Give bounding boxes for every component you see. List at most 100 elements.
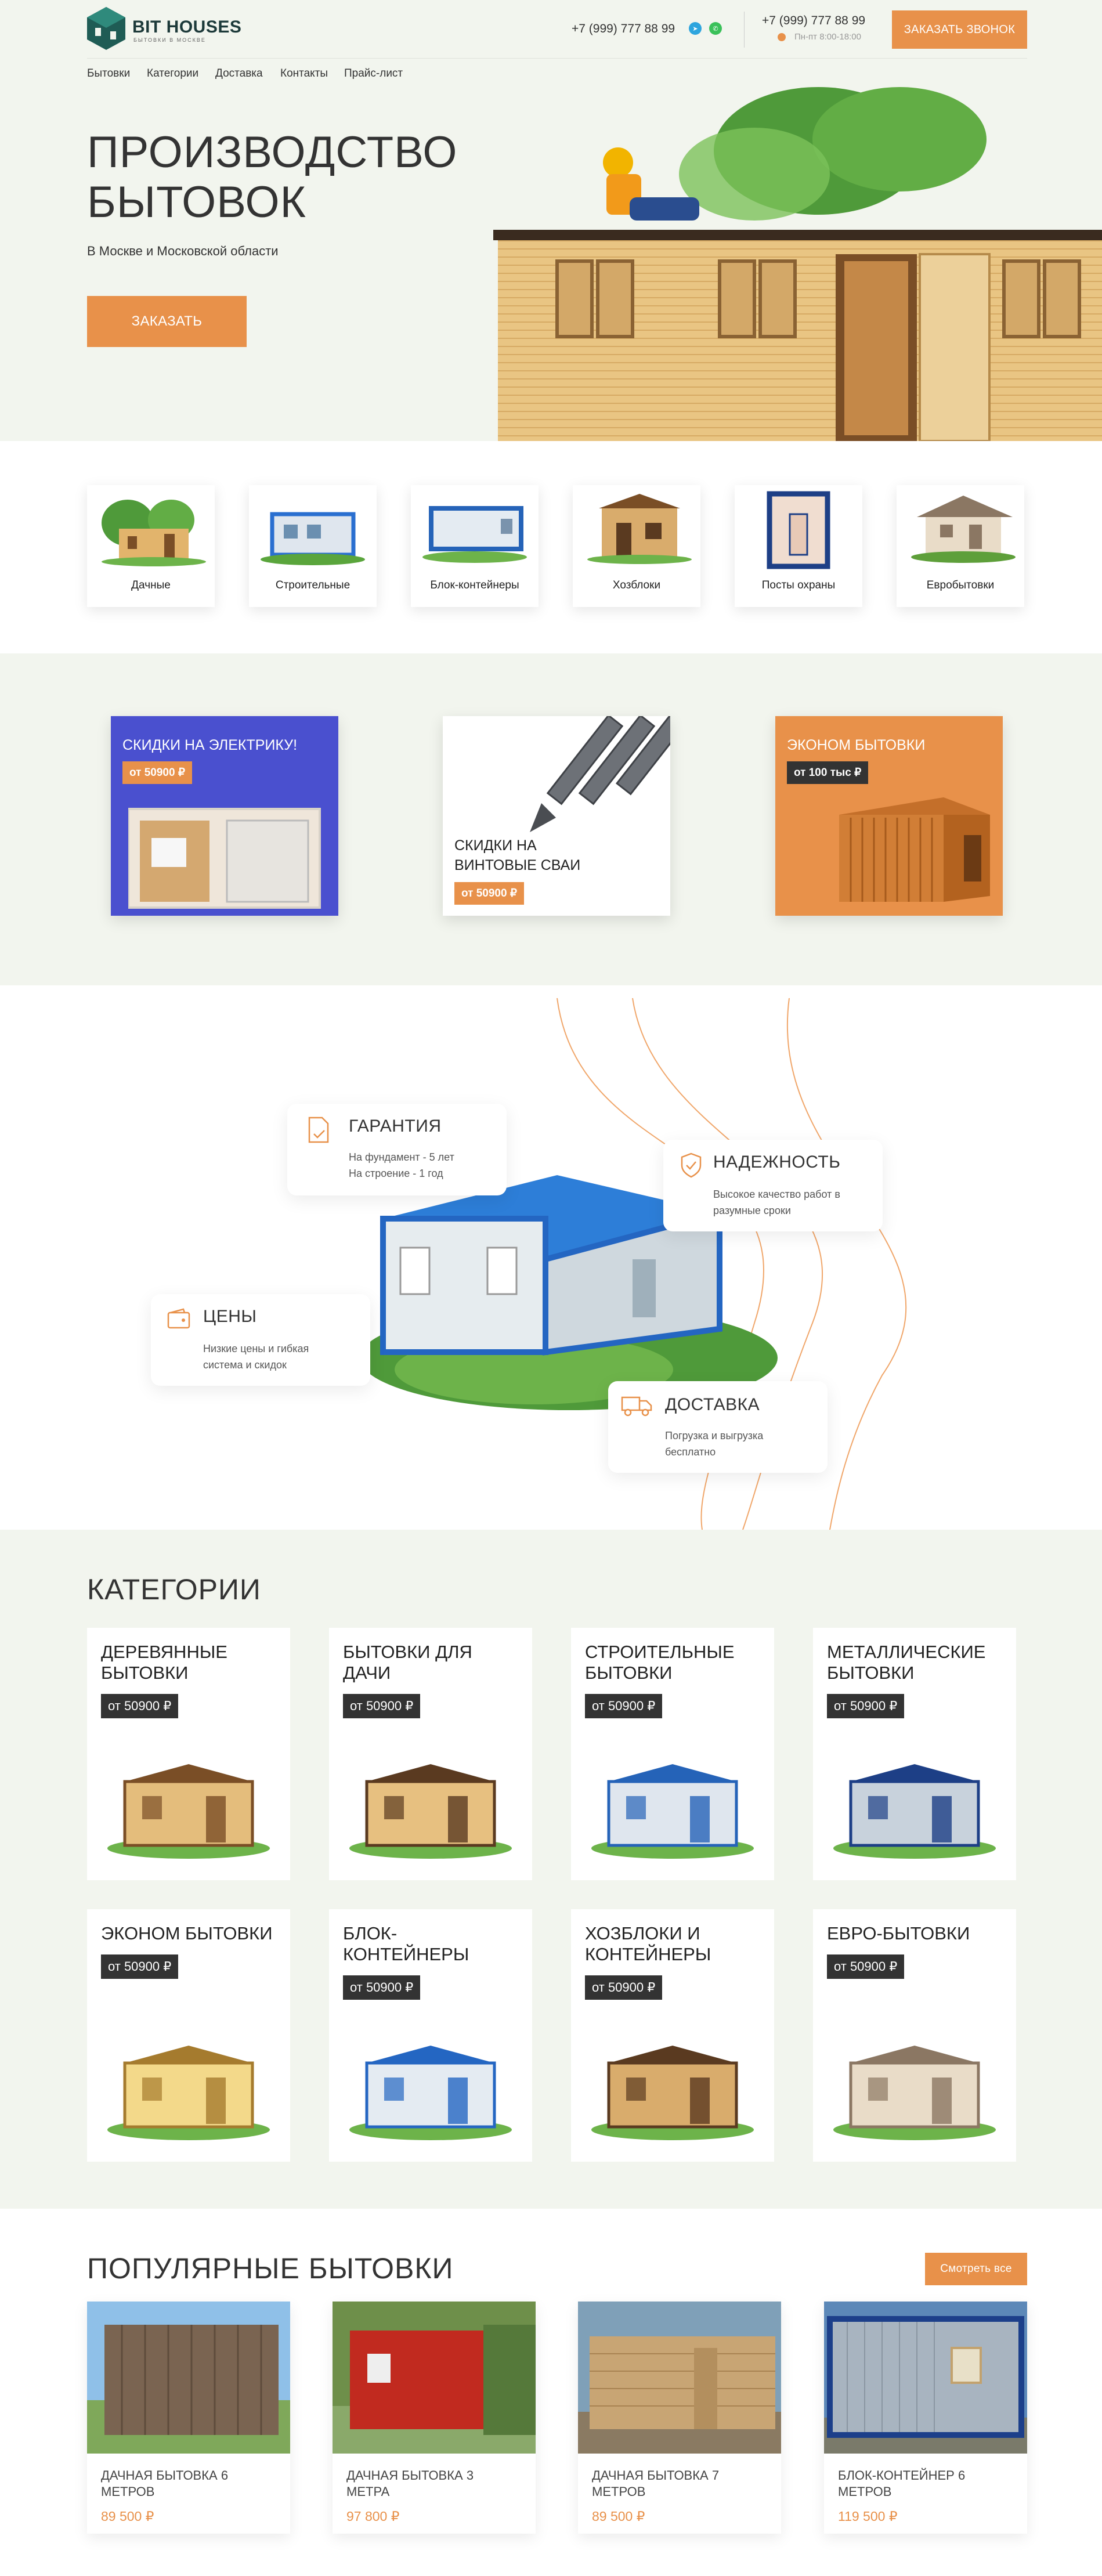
category-card-image xyxy=(591,2046,754,2140)
popular-card[interactable]: ДАЧНАЯ БЫТОВКА 6 МЕТРОВ 89 500 ₽ xyxy=(87,2302,290,2534)
header-divider-line xyxy=(87,58,1027,59)
nav-item-categories[interactable]: Категории xyxy=(147,67,198,80)
product-title: ДАЧНАЯ БЫТОВКА 6 МЕТРОВ xyxy=(101,2467,275,2500)
order-button[interactable]: ЗАКАЗАТЬ xyxy=(87,296,247,347)
category-card-image xyxy=(833,1764,996,1859)
dacha-cabin-image xyxy=(102,500,206,566)
promo-title: СКИДКИ НА ЭЛЕКТРИКУ! xyxy=(122,737,298,753)
categories-title: КАТЕГОРИИ xyxy=(87,1573,261,1606)
document-check-icon xyxy=(308,1117,329,1143)
category-tile-hozbloki[interactable]: Хозблоки xyxy=(573,485,700,607)
working-hours: Пн-пт 8:00-18:00 xyxy=(794,32,861,42)
category-tile-blok-kontejnery[interactable]: Блок-контейнеры xyxy=(411,485,539,607)
category-tile-evrobytovki[interactable]: Евробытовки xyxy=(897,485,1024,607)
popular-card[interactable]: БЛОК-КОНТЕЙНЕР 6 МЕТРОВ 119 500 ₽ xyxy=(824,2302,1027,2534)
product-title-line1: ДАЧНАЯ БЫТОВКА 7 xyxy=(592,2468,720,2483)
whatsapp-icon[interactable]: ✆ xyxy=(709,22,722,35)
popular-card[interactable]: ДАЧНАЯ БЫТОВКА 3 МЕТРА 97 800 ₽ xyxy=(333,2302,536,2534)
see-all-button[interactable]: Смотреть все xyxy=(925,2253,1027,2285)
product-title-line2: МЕТРОВ xyxy=(592,2484,646,2499)
logo-house-icon[interactable] xyxy=(87,7,125,50)
category-card-title-line2: БЫТОВКИ xyxy=(827,1663,915,1683)
feature-guarantee: ГАРАНТИЯ На фундамент - 5 лет На строение… xyxy=(287,1104,507,1195)
promo-title: СКИДКИ НА ВИНТОВЫЕ СВАИ xyxy=(454,836,580,875)
callback-button[interactable]: ЗАКАЗАТЬ ЗВОНОК xyxy=(892,10,1027,49)
page: ПРОИЗВОДСТВО БЫТОВОК В Москве и Московско… xyxy=(0,0,1102,2576)
truck-icon xyxy=(621,1396,652,1417)
category-card-image xyxy=(107,2046,270,2140)
category-tile-posty-ohrany[interactable]: Посты охраны xyxy=(735,485,862,607)
product-title-line2: МЕТРОВ xyxy=(101,2484,155,2499)
category-card-price: от 50900 ₽ xyxy=(585,1694,663,1718)
feature-prices: ЦЕНЫ Низкие цены и гибкая система и скидо… xyxy=(151,1294,370,1386)
category-card-price: от 50900 ₽ xyxy=(827,1694,905,1718)
category-card-price: от 50900 ₽ xyxy=(343,1694,421,1718)
category-card-title-line1: ДЕРЕВЯННЫЕ xyxy=(101,1642,227,1662)
category-card[interactable]: СТРОИТЕЛЬНЫЕ БЫТОВКИ от 50900 ₽ xyxy=(571,1628,774,1880)
product-photo xyxy=(87,2302,290,2454)
category-card-title-line1: СТРОИТЕЛЬНЫЕ xyxy=(585,1642,735,1662)
product-photo xyxy=(824,2302,1027,2454)
header-phone[interactable]: +7 (999) 777 88 99 xyxy=(572,22,675,36)
wallet-icon xyxy=(167,1308,190,1329)
promo-econom[interactable]: ЭКОНОМ БЫТОВКИ от 100 тыс ₽ xyxy=(775,716,1003,916)
nav-item-bytovki[interactable]: Бытовки xyxy=(87,67,130,80)
category-card[interactable]: БЛОК- КОНТЕЙНЕРЫ от 50900 ₽ xyxy=(329,1909,532,2162)
feature-title: ДОСТАВКА xyxy=(665,1395,760,1414)
category-tile-label: Строительные xyxy=(275,579,351,591)
category-card-image xyxy=(349,2046,512,2140)
clock-icon xyxy=(778,33,786,41)
nav-item-pricelist[interactable]: Прайс-лист xyxy=(344,67,403,80)
product-title: ДАЧНАЯ БЫТОВКА 3 МЕТРА xyxy=(346,2467,521,2500)
product-title-line1: ДАЧНАЯ БЫТОВКА 6 xyxy=(101,2468,229,2483)
category-card[interactable]: ЭКОНОМ БЫТОВКИ от 50900 ₽ xyxy=(87,1909,290,2162)
category-tile-dachnye[interactable]: Дачные xyxy=(87,485,215,607)
product-title-line2: МЕТРА xyxy=(346,2484,390,2499)
category-tile-label: Евробытовки xyxy=(926,579,995,591)
shed-image xyxy=(587,494,692,564)
hero-subtitle: В Москве и Московской области xyxy=(87,244,279,258)
category-card[interactable]: МЕТАЛЛИЧЕСКИЕ БЫТОВКИ от 50900 ₽ xyxy=(813,1628,1016,1880)
nav-item-delivery[interactable]: Доставка xyxy=(215,67,263,80)
category-card-title-line2: БЫТОВКИ xyxy=(101,1663,189,1683)
promo-title: ЭКОНОМ БЫТОВКИ xyxy=(787,737,926,753)
logo-title[interactable]: BIT HOUSES xyxy=(132,17,241,37)
interior-image xyxy=(128,808,321,909)
product-title: ДАЧНАЯ БЫТОВКА 7 МЕТРОВ xyxy=(592,2467,766,2500)
hero-section: ПРОИЗВОДСТВО БЫТОВОК В Москве и Московско… xyxy=(0,0,1102,441)
promo-price: от 50900 ₽ xyxy=(122,761,192,784)
category-card-image xyxy=(349,1764,512,1859)
category-card-title-line1: ЕВРО-БЫТОВКИ xyxy=(827,1923,970,1943)
popular-card[interactable]: ДАЧНАЯ БЫТОВКА 7 МЕТРОВ 89 500 ₽ xyxy=(578,2302,781,2534)
category-card-price: от 50900 ₽ xyxy=(101,1694,179,1718)
category-card-title-line1: МЕТАЛЛИЧЕСКИЕ xyxy=(827,1642,986,1662)
promo-electric[interactable]: СКИДКИ НА ЭЛЕКТРИКУ! от 50900 ₽ xyxy=(111,716,338,916)
category-card-title: ЕВРО-БЫТОВКИ xyxy=(827,1923,1001,1944)
product-title-line1: ДАЧНАЯ БЫТОВКА 3 xyxy=(346,2468,474,2483)
popular-title: ПОПУЛЯРНЫЕ БЫТОВКИ xyxy=(87,2252,454,2285)
feature-title: НАДЕЖНОСТЬ xyxy=(713,1152,841,1172)
feature-reliability: НАДЕЖНОСТЬ Высокое качество работ в разум… xyxy=(663,1140,883,1231)
category-card[interactable]: ХОЗБЛОКИ И КОНТЕЙНЕРЫ от 50900 ₽ xyxy=(571,1909,774,2162)
nav-item-contacts[interactable]: Контакты xyxy=(280,67,328,80)
screw-piles-image xyxy=(530,716,670,832)
logo-subtitle: бытовки в москве xyxy=(133,37,206,43)
product-title-line2: МЕТРОВ xyxy=(838,2484,892,2499)
category-card-title: ДЕРЕВЯННЫЕ БЫТОВКИ xyxy=(101,1642,275,1683)
category-card[interactable]: ДЕРЕВЯННЫЕ БЫТОВКИ от 50900 ₽ xyxy=(87,1628,290,1880)
feature-text: Высокое качество работ в разумные сроки xyxy=(713,1186,840,1219)
category-card[interactable]: БЫТОВКИ ДЛЯ ДАЧИ от 50900 ₽ xyxy=(329,1628,532,1880)
category-card-title-line1: ХОЗБЛОКИ И xyxy=(585,1923,700,1943)
category-card[interactable]: ЕВРО-БЫТОВКИ от 50900 ₽ xyxy=(813,1909,1016,2162)
category-card-price: от 50900 ₽ xyxy=(585,1975,663,2000)
category-card-title: СТРОИТЕЛЬНЫЕ БЫТОВКИ xyxy=(585,1642,759,1683)
category-card-title-line2: ДАЧИ xyxy=(343,1663,391,1683)
euro-cabin-image xyxy=(911,496,1016,563)
category-card-image xyxy=(591,1764,754,1859)
header-phone-second[interactable]: +7 (999) 777 88 99 xyxy=(762,14,865,28)
promo-title-line2: ВИНТОВЫЕ СВАИ xyxy=(454,857,581,873)
promo-screw-piles[interactable]: СКИДКИ НА ВИНТОВЫЕ СВАИ от 50900 ₽ xyxy=(443,716,670,916)
category-card-title: БЫТОВКИ ДЛЯ ДАЧИ xyxy=(343,1642,517,1683)
telegram-icon[interactable]: ➤ xyxy=(689,22,702,35)
category-tile-stroitelnye[interactable]: Строительные xyxy=(249,485,377,607)
